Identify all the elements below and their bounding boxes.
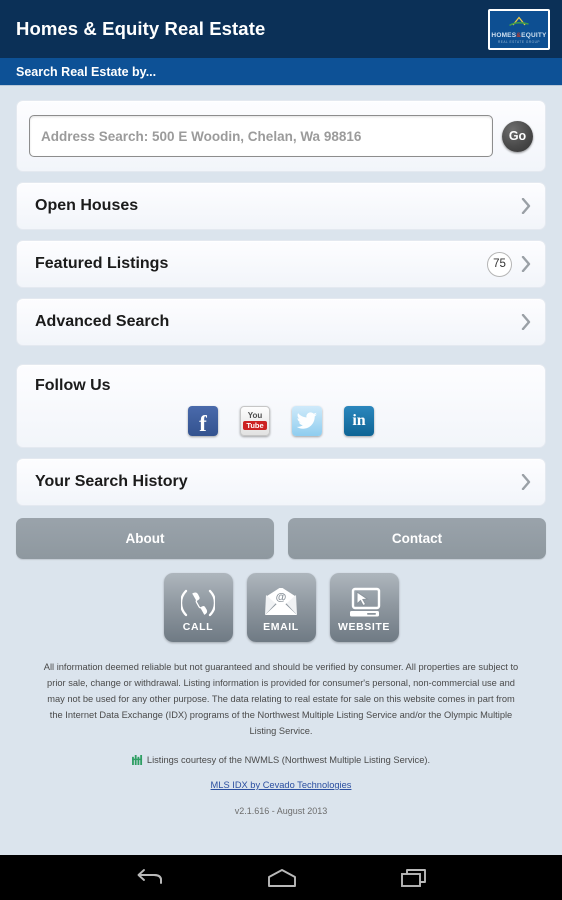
contact-tiles: CALL @ EMAIL WEBSITE: [16, 573, 546, 642]
phone-icon: [181, 583, 215, 623]
go-button[interactable]: Go: [502, 120, 533, 152]
recents-icon[interactable]: [400, 867, 428, 889]
youtube-bottom-text: Tube: [243, 420, 267, 431]
call-tile[interactable]: CALL: [163, 573, 233, 642]
website-tile-label: WEBSITE: [337, 620, 391, 633]
logo-wordmark: HOMES&EQUITY: [491, 31, 547, 40]
nav-label-search-history: Your Search History: [35, 473, 188, 490]
nav-row-featured-listings[interactable]: Featured Listings 75: [17, 241, 545, 287]
chevron-right-icon: [521, 314, 531, 330]
search-input[interactable]: [29, 115, 493, 157]
app-version-text: v2.1.616 - August 2013: [234, 805, 328, 816]
page-title: Homes & Equity Real Estate: [16, 18, 266, 39]
youtube-top-text: You: [247, 410, 263, 420]
home-icon[interactable]: [266, 867, 298, 889]
envelope-icon: @: [263, 583, 299, 623]
chevron-right-icon: [521, 198, 531, 214]
house-logo-icon: [509, 15, 529, 26]
nav-card-open-houses[interactable]: Open Houses: [16, 182, 546, 230]
nav-card-advanced-search[interactable]: Advanced Search: [16, 298, 546, 346]
facebook-glyph: f: [199, 410, 207, 436]
linkedin-icon[interactable]: in: [344, 406, 374, 436]
status-badge: 75: [487, 251, 512, 277]
nav-label-advanced-search: Advanced Search: [35, 313, 170, 330]
search-subheader: Search Real Estate by...: [0, 58, 562, 86]
about-button[interactable]: About: [16, 518, 274, 559]
search-subheader-label: Search Real Estate by...: [16, 64, 157, 79]
back-icon[interactable]: [134, 867, 164, 889]
follow-us-title: Follow Us: [35, 377, 111, 394]
chevron-right-icon: [521, 256, 531, 272]
logo-tagline: REAL ESTATE GROUP: [497, 40, 541, 45]
brand-logo: HOMES&EQUITY REAL ESTATE GROUP: [488, 8, 550, 50]
main-content: Go Open Houses Featured Listings 75: [0, 86, 562, 816]
nwmls-logo-icon: [131, 754, 142, 765]
website-tile[interactable]: WEBSITE: [329, 573, 399, 642]
social-links: f You Tube in: [17, 406, 545, 436]
logo-word-right: EQUITY: [521, 31, 547, 39]
monitor-icon: [347, 583, 381, 623]
chevron-right-icon: [521, 474, 531, 490]
twitter-bird-glyph: [296, 412, 317, 429]
facebook-icon[interactable]: f: [188, 406, 218, 436]
contact-button[interactable]: Contact: [288, 518, 546, 559]
idx-provider-link[interactable]: MLS IDX by Cevado Technologies: [16, 780, 546, 790]
youtube-icon[interactable]: You Tube: [240, 406, 270, 436]
nav-card-featured-listings[interactable]: Featured Listings 75: [16, 240, 546, 288]
nav-card-search-history[interactable]: Your Search History: [16, 458, 546, 506]
nav-row-advanced-search[interactable]: Advanced Search: [17, 299, 545, 345]
nav-row-search-history[interactable]: Your Search History: [17, 459, 545, 505]
nav-label-open-houses: Open Houses: [35, 197, 139, 214]
linkedin-glyph: in: [352, 412, 366, 429]
email-tile-label: EMAIL: [263, 620, 299, 633]
twitter-icon[interactable]: [292, 406, 322, 436]
android-navigation-bar: [0, 855, 562, 900]
follow-us-card: Follow Us f You Tube in: [16, 364, 546, 448]
nav-label-featured-listings: Featured Listings: [35, 255, 169, 272]
email-tile[interactable]: @ EMAIL: [246, 573, 316, 642]
secondary-actions: About Contact: [16, 518, 546, 559]
disclaimer-text: All information deemed reliable but not …: [43, 662, 519, 736]
app-screen: Homes & Equity Real Estate HOMES&EQUITY …: [0, 0, 562, 900]
mls-courtesy-text: Listings courtesy of the NWMLS (Northwes…: [146, 754, 431, 765]
logo-word-left: HOMES: [491, 31, 517, 39]
mls-courtesy-line: Listings courtesy of the NWMLS (Northwes…: [16, 754, 546, 765]
svg-text:@: @: [276, 591, 287, 603]
search-card: Go: [16, 100, 546, 172]
call-tile-label: CALL: [182, 620, 214, 633]
nav-row-open-houses[interactable]: Open Houses: [17, 183, 545, 229]
app-header: Homes & Equity Real Estate HOMES&EQUITY …: [0, 0, 562, 58]
